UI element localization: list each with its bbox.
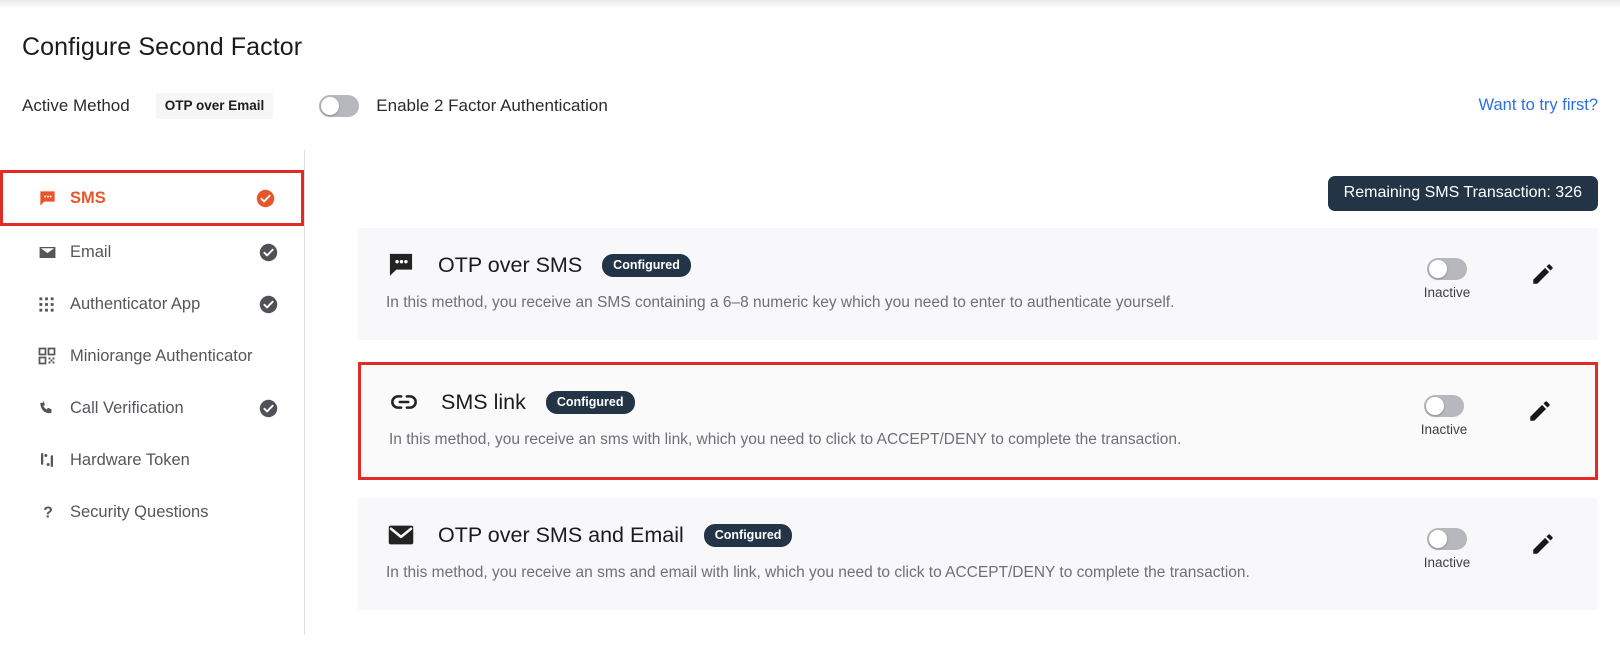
sidebar-item-call-verification[interactable]: Call Verification (0, 382, 304, 434)
sidebar-item-label: Security Questions (70, 502, 209, 521)
active-method-value: OTP over Email (155, 93, 274, 119)
toggle-knob (321, 97, 340, 115)
toggle-knob (1429, 260, 1447, 278)
status-label: Inactive (1420, 422, 1468, 437)
card-description: In this method, you receive an sms with … (389, 431, 1182, 448)
method-activate-toggle[interactable] (1427, 258, 1467, 280)
pencil-edit-icon[interactable] (1530, 261, 1556, 287)
card-description: In this method, you receive an SMS conta… (386, 294, 1175, 311)
question-mark-icon: ? (38, 502, 62, 522)
pencil-edit-icon[interactable] (1527, 398, 1553, 424)
method-activate-toggle[interactable] (1424, 395, 1464, 417)
envelope-icon (38, 243, 62, 262)
sms-chat-icon (38, 189, 62, 208)
active-method-label: Active Method (22, 96, 130, 115)
configured-check-icon (259, 399, 278, 418)
method-card-sms-link[interactable]: SMS link Configured In this method, you … (358, 362, 1598, 480)
method-sidebar: SMS Email Authenticator App Miniorange A… (0, 150, 305, 635)
status-badge: Configured (602, 253, 691, 277)
method-cards-list: OTP over SMS Configured In this method, … (358, 228, 1598, 632)
link-chain-icon (389, 387, 419, 417)
sidebar-item-security-questions[interactable]: ? Security Questions (0, 486, 304, 538)
enable-2fa-toggle[interactable] (319, 95, 360, 117)
sidebar-item-label: Call Verification (70, 398, 184, 417)
sidebar-item-label: Email (70, 242, 112, 261)
sidebar-item-label: SMS (70, 188, 106, 207)
method-card-otp-over-sms[interactable]: OTP over SMS Configured In this method, … (358, 228, 1598, 340)
want-to-try-first-link[interactable]: Want to try first? (1479, 96, 1599, 115)
active-method-row: Active Method OTP over Email Enable 2 Fa… (22, 93, 608, 119)
card-actions: Inactive (1420, 258, 1556, 300)
sidebar-item-label: Hardware Token (70, 450, 190, 469)
hardware-token-icon (38, 451, 62, 469)
sidebar-item-authenticator-app[interactable]: Authenticator App (0, 278, 304, 330)
top-strip (0, 0, 1620, 8)
card-header: OTP over SMS Configured (386, 250, 1598, 280)
status-badge: Configured (703, 523, 793, 547)
qr-code-icon (38, 347, 62, 365)
method-card-otp-over-sms-and-email[interactable]: OTP over SMS and Email Configured In thi… (358, 498, 1598, 610)
method-activate-toggle[interactable] (1427, 528, 1467, 550)
card-header: OTP over SMS and Email Configured (386, 520, 1598, 550)
sidebar-item-sms[interactable]: SMS (0, 170, 304, 226)
sms-chat-icon (386, 250, 416, 280)
card-description: In this method, you receive an sms and e… (386, 564, 1250, 581)
configured-check-icon (259, 295, 278, 314)
toggle-knob (1429, 530, 1447, 548)
card-header: SMS link Configured (389, 387, 1595, 417)
sidebar-item-email[interactable]: Email (0, 226, 304, 278)
phone-icon (38, 399, 62, 417)
card-title: OTP over SMS (438, 252, 583, 277)
card-toggle-group: Inactive (1420, 258, 1474, 300)
enable-2fa-label: Enable 2 Factor Authentication (376, 96, 608, 115)
card-toggle-group: Inactive (1420, 528, 1474, 570)
card-actions: Inactive (1420, 528, 1556, 570)
page-title: Configure Second Factor (22, 33, 303, 61)
card-title: SMS link (441, 389, 526, 414)
sidebar-item-label: Miniorange Authenticator (70, 346, 253, 365)
status-label: Inactive (1423, 555, 1471, 570)
toggle-knob (1426, 397, 1444, 415)
sidebar-item-hardware-token[interactable]: Hardware Token (0, 434, 304, 486)
status-badge: Configured (545, 390, 635, 414)
envelope-icon (386, 520, 416, 550)
remaining-sms-transaction-badge: Remaining SMS Transaction: 326 (1327, 176, 1598, 211)
sidebar-item-label: Authenticator App (70, 294, 201, 313)
configured-check-icon (259, 243, 278, 262)
svg-text:?: ? (43, 504, 53, 521)
configure-second-factor-page: Configure Second Factor Active Method OT… (0, 0, 1620, 670)
pencil-edit-icon[interactable] (1530, 531, 1556, 557)
status-label: Inactive (1423, 285, 1471, 300)
configured-check-icon (256, 189, 275, 208)
grid-dots-icon (38, 296, 62, 313)
card-toggle-group: Inactive (1417, 395, 1471, 437)
card-actions: Inactive (1417, 395, 1553, 437)
sidebar-item-miniorange-authenticator[interactable]: Miniorange Authenticator (0, 330, 304, 382)
card-title: OTP over SMS and Email (438, 522, 684, 547)
